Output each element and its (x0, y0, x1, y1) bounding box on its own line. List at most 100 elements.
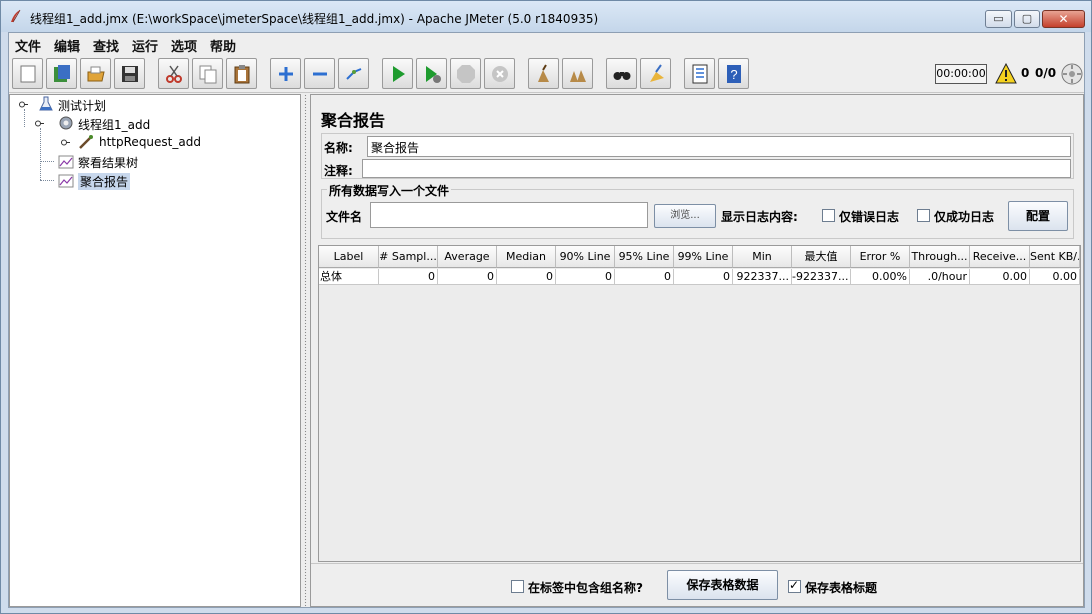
column-header-received[interactable]: Receive... (970, 246, 1030, 268)
column-header-min[interactable]: Min (733, 246, 792, 268)
column-header-label[interactable]: Label (319, 246, 379, 268)
table-cell[interactable]: -922337... (792, 269, 851, 285)
function-helper-icon (692, 64, 708, 84)
reset-search-button[interactable] (640, 58, 671, 89)
table-cell[interactable]: .0/hour (910, 269, 970, 285)
menu-help[interactable]: 帮助 (210, 36, 236, 55)
maximize-icon: ▢ (1021, 12, 1033, 25)
table-cell[interactable]: 0.00 (970, 269, 1030, 285)
menu-file[interactable]: 文件 (15, 36, 41, 55)
column-header-average[interactable]: Average (438, 246, 497, 268)
table-cell[interactable]: 0 (556, 269, 615, 285)
save-table-data-button[interactable]: 保存表格数据 (667, 570, 778, 600)
toggle-icon (346, 68, 362, 80)
function-helper-button[interactable] (684, 58, 715, 89)
success-only-label: 仅成功日志 (934, 210, 995, 224)
menu-options[interactable]: 选项 (171, 36, 197, 55)
help-button[interactable]: ? (718, 58, 749, 89)
templates-icon (54, 65, 70, 82)
column-header-samples[interactable]: # Sampl... (379, 246, 438, 268)
splitter-grip (304, 94, 307, 607)
title-bar: 线程组1_add.jmx (E:\workSpace\jmeterSpace\线… (1, 1, 1091, 32)
menu-edit[interactable]: 编辑 (54, 36, 80, 55)
clear-all-icon (570, 70, 586, 82)
tree-expand-handle-icon[interactable] (61, 138, 70, 147)
success-only-checkbox[interactable] (917, 209, 930, 222)
tree-node-label: 线程组1_add (78, 118, 151, 132)
aggregate-table: Label # Sampl... Average Median 90% Line… (318, 245, 1081, 562)
copy-icon (199, 65, 217, 84)
filename-input[interactable] (370, 202, 648, 228)
comment-field[interactable] (362, 159, 1071, 178)
start-button[interactable] (382, 58, 413, 89)
checkmark-icon: ✓ (789, 578, 800, 592)
table-cell[interactable]: 0.00% (851, 269, 910, 285)
stop-button[interactable] (450, 58, 481, 89)
stop-icon (457, 65, 475, 83)
clear-button[interactable] (528, 58, 559, 89)
close-button[interactable]: ✕ (1042, 10, 1085, 28)
open-button[interactable] (80, 58, 111, 89)
configure-button[interactable]: 配置 (1008, 201, 1068, 231)
menu-run[interactable]: 运行 (132, 36, 158, 55)
cut-button[interactable] (158, 58, 189, 89)
expand-icon (279, 67, 293, 81)
warning-icon[interactable] (995, 63, 1017, 84)
jmeter-feather-icon (11, 9, 21, 23)
name-field[interactable]: 聚合报告 (367, 136, 1071, 157)
search-button[interactable] (606, 58, 637, 89)
aggregate-report-panel: 聚合报告 名称: 聚合报告 注释: 所有数据写入一个文件 文件名 浏览... 显… (310, 94, 1084, 607)
tree-expand-handle-icon[interactable] (35, 119, 44, 128)
copy-button[interactable] (192, 58, 223, 89)
errors-only-label: 仅错误日志 (839, 210, 900, 224)
table-cell[interactable]: 0 (379, 269, 438, 285)
tree-expand-handle-icon[interactable] (19, 100, 28, 109)
tree-node-http-request[interactable]: httpRequest_add (14, 134, 254, 152)
tree-node-results-tree[interactable]: 察看结果树 (14, 153, 214, 171)
window-title: 线程组1_add.jmx (E:\workSpace\jmeterSpace\线… (30, 12, 599, 26)
table-cell[interactable]: 0.00 (1030, 269, 1080, 285)
column-header-error[interactable]: Error % (851, 246, 910, 268)
open-icon (87, 66, 105, 82)
split-pane-divider[interactable] (302, 94, 310, 607)
table-cell[interactable]: 0 (438, 269, 497, 285)
listener-icon (58, 155, 74, 169)
clear-all-button[interactable] (562, 58, 593, 89)
save-table-header-checkbox[interactable]: ✓ (788, 578, 801, 593)
tree-node-thread-group[interactable]: 线程组1_add (14, 115, 234, 133)
start-no-pause-button[interactable] (416, 58, 447, 89)
templates-button[interactable] (46, 58, 77, 89)
column-header-max[interactable]: 最大值 (792, 246, 851, 268)
column-header-throughput[interactable]: Through... (910, 246, 970, 268)
errors-only-checkbox[interactable] (822, 209, 835, 222)
column-header-median[interactable]: Median (497, 246, 556, 268)
paste-button[interactable] (226, 58, 257, 89)
browse-button[interactable]: 浏览... (654, 204, 716, 228)
menu-bar: 文件 编辑 查找 运行 选项 帮助 (9, 33, 1084, 55)
save-button[interactable] (114, 58, 145, 89)
table-cell[interactable]: 0 (674, 269, 733, 285)
maximize-button[interactable]: ▢ (1014, 10, 1040, 28)
column-header-90-line[interactable]: 90% Line (556, 246, 615, 268)
expand-button[interactable] (270, 58, 301, 89)
include-group-name-checkbox[interactable] (511, 580, 524, 593)
menu-search[interactable]: 查找 (93, 36, 119, 55)
shutdown-button[interactable] (484, 58, 515, 89)
tree-node-test-plan[interactable]: 测试计划 (14, 96, 214, 114)
column-header-99-line[interactable]: 99% Line (674, 246, 733, 268)
table-cell[interactable]: 总体 (319, 269, 379, 285)
table-cell[interactable]: 0 (615, 269, 674, 285)
new-button[interactable] (12, 58, 43, 89)
log-display-label: 显示日志内容: (721, 210, 798, 224)
column-header-95-line[interactable]: 95% Line (615, 246, 674, 268)
close-icon: ✕ (1058, 12, 1069, 26)
write-results-group: 所有数据写入一个文件 文件名 浏览... 显示日志内容: 仅错误日志 仅成功日志… (321, 182, 1074, 239)
table-cell[interactable]: 922337... (733, 269, 792, 285)
tree-node-label: httpRequest_add (99, 135, 201, 149)
toggle-button[interactable] (338, 58, 369, 89)
tree-node-aggregate-report[interactable]: 聚合报告 (14, 172, 214, 190)
collapse-button[interactable] (304, 58, 335, 89)
table-cell[interactable]: 0 (497, 269, 556, 285)
column-header-sent[interactable]: Sent KB/... (1030, 246, 1080, 268)
minimize-button[interactable]: ▭ (985, 10, 1012, 28)
